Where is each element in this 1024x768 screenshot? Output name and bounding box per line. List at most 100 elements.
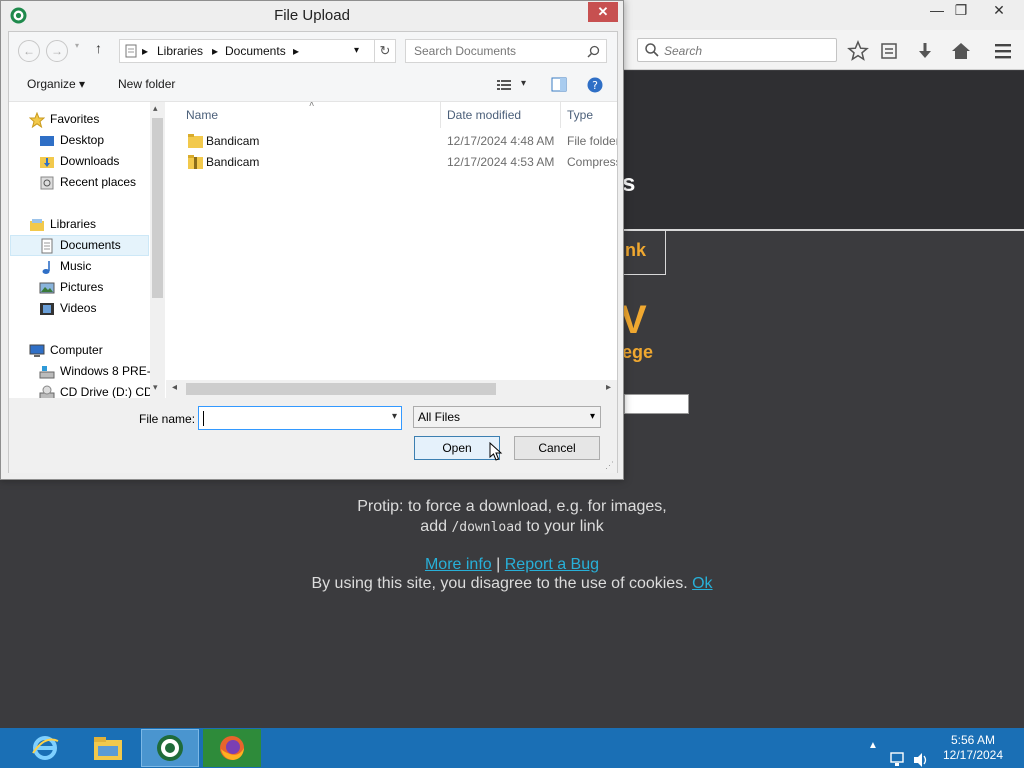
- taskbar-bandicam[interactable]: [141, 729, 199, 767]
- page-heading-fragment: s: [622, 170, 636, 197]
- pictures-icon: [39, 282, 55, 293]
- restore-button[interactable]: ❐: [946, 0, 976, 22]
- svg-text:?: ?: [592, 79, 598, 92]
- column-header-date[interactable]: Date modified: [447, 108, 521, 122]
- new-folder-button[interactable]: New folder: [118, 77, 175, 91]
- help-icon[interactable]: ?: [587, 77, 603, 93]
- nav-favorites[interactable]: Favorites: [29, 109, 99, 130]
- nav-music[interactable]: Music: [39, 256, 91, 277]
- nav-libraries[interactable]: Libraries: [29, 214, 96, 235]
- bandicam-icon: [157, 735, 183, 761]
- change-view-icon[interactable]: [497, 79, 511, 91]
- column-header-type[interactable]: Type: [567, 108, 593, 122]
- scrollbar-thumb[interactable]: [186, 383, 496, 395]
- scroll-down-icon[interactable]: ▾: [153, 382, 158, 393]
- scroll-up-icon[interactable]: ▴: [153, 103, 158, 114]
- scrollbar-thumb[interactable]: [152, 118, 163, 298]
- browser-search-input[interactable]: Search: [637, 38, 837, 62]
- nav-label: Pictures: [60, 280, 104, 294]
- nav-label: Downloads: [60, 154, 120, 168]
- tray-expand-icon[interactable]: ▲: [868, 740, 878, 768]
- home-icon[interactable]: [950, 40, 972, 62]
- cookie-notice: By using this site, you disagree to the …: [311, 575, 693, 592]
- browser-close-button[interactable]: ✕: [976, 0, 1022, 22]
- taskbar-firefox[interactable]: [203, 729, 261, 767]
- mouse-cursor-icon: [489, 442, 503, 461]
- file-list-horizontal-scrollbar[interactable]: ◂ ▸: [166, 380, 617, 398]
- taskbar-clock[interactable]: 5:56 AM 12/17/2024: [930, 733, 1016, 763]
- zip-folder-icon: [188, 155, 203, 169]
- file-row[interactable]: Bandicam 12/17/2024 4:48 AM File folder: [166, 131, 617, 152]
- nav-label: Desktop: [60, 133, 105, 147]
- breadcrumb-libraries[interactable]: Libraries: [157, 44, 203, 58]
- nav-pictures[interactable]: Pictures: [39, 277, 103, 298]
- nav-videos[interactable]: Videos: [39, 298, 96, 319]
- file-type-filter[interactable]: All Files ▾: [413, 406, 601, 428]
- taskbar-ie[interactable]: [16, 729, 74, 767]
- more-info-link[interactable]: More info: [425, 556, 492, 573]
- file-row[interactable]: Bandicam 12/17/2024 4:53 AM Compress: [166, 152, 617, 173]
- command-bar: Organize ▾ New folder ▾ ?: [9, 68, 617, 102]
- file-type: File folder: [567, 134, 617, 148]
- file-name-input[interactable]: ▾: [198, 406, 402, 430]
- nav-desktop[interactable]: Desktop: [39, 130, 104, 151]
- firefox-icon: [220, 736, 244, 760]
- cancel-button[interactable]: Cancel: [514, 436, 600, 460]
- file-name: Bandicam: [206, 155, 260, 169]
- protip-pre: add: [420, 518, 452, 535]
- organize-menu[interactable]: Organize ▾: [27, 77, 85, 91]
- nav-label: Favorites: [50, 112, 100, 126]
- download-icon[interactable]: [914, 40, 936, 62]
- scroll-right-icon[interactable]: ▸: [606, 382, 611, 393]
- recent-locations-icon[interactable]: ▾: [75, 41, 79, 50]
- nav-windows-drive[interactable]: Windows 8 PRE-I: [39, 361, 150, 382]
- network-icon[interactable]: [890, 740, 908, 768]
- volume-icon[interactable]: [912, 740, 930, 768]
- folder-icon: [188, 134, 203, 148]
- view-dropdown-icon[interactable]: ▾: [521, 78, 526, 89]
- cookie-ok-link[interactable]: Ok: [692, 575, 712, 592]
- back-button[interactable]: ←: [18, 40, 40, 62]
- page-input-fragment[interactable]: [624, 394, 689, 414]
- cd-drive-icon: [39, 385, 55, 398]
- taskbar-explorer[interactable]: [79, 729, 137, 767]
- scroll-left-icon[interactable]: ◂: [172, 382, 177, 393]
- search-documents-input[interactable]: Search Documents: [405, 39, 607, 63]
- preview-pane-icon[interactable]: [551, 77, 567, 92]
- open-button[interactable]: Open: [414, 436, 500, 460]
- menu-icon[interactable]: [992, 40, 1014, 62]
- nav-label: Documents: [60, 238, 121, 252]
- file-name-dropdown-icon[interactable]: ▾: [392, 411, 397, 422]
- nav-computer[interactable]: Computer: [29, 340, 103, 361]
- nav-label: Windows 8 PRE-I: [60, 364, 150, 378]
- dialog-close-button[interactable]: ✕: [588, 2, 618, 22]
- address-dropdown-icon[interactable]: ▾: [354, 45, 359, 56]
- column-header-name[interactable]: Name: [186, 108, 218, 122]
- nav-label: Computer: [50, 343, 103, 357]
- resize-grip-icon[interactable]: ⋰: [605, 460, 614, 471]
- nav-recent-places[interactable]: Recent places: [39, 172, 136, 193]
- bookmark-star-icon[interactable]: [847, 40, 869, 62]
- footer-links: More info | Report a Bug By using this s…: [0, 555, 1024, 593]
- address-bar[interactable]: ▸ Libraries ▸ Documents ▸ ▾: [119, 39, 375, 63]
- drive-icon: [39, 365, 55, 378]
- column-separator[interactable]: [440, 102, 441, 128]
- up-arrow-icon[interactable]: ↑: [95, 40, 102, 56]
- nav-documents[interactable]: Documents: [10, 235, 149, 256]
- internet-explorer-icon: [32, 736, 59, 760]
- search-documents-placeholder: Search Documents: [414, 44, 517, 58]
- protip-text: Protip: to force a download, e.g. for im…: [0, 497, 1024, 538]
- breadcrumb-documents[interactable]: Documents: [225, 44, 286, 58]
- breadcrumb-separator: ▸: [212, 44, 219, 58]
- refresh-button[interactable]: ↻: [374, 39, 396, 63]
- column-separator[interactable]: [560, 102, 561, 128]
- forward-button[interactable]: →: [46, 40, 68, 62]
- browser-search-placeholder: Search: [664, 44, 703, 58]
- report-bug-link[interactable]: Report a Bug: [505, 556, 599, 573]
- nav-downloads[interactable]: Downloads: [39, 151, 119, 172]
- navigation-pane-scrollbar[interactable]: ▴ ▾: [150, 102, 165, 398]
- dialog-titlebar: File Upload ✕: [1, 1, 623, 31]
- page-link-fragment: nk: [625, 240, 647, 260]
- reading-list-icon[interactable]: [878, 40, 900, 62]
- nav-cd-drive[interactable]: CD Drive (D:) CDI: [39, 382, 150, 398]
